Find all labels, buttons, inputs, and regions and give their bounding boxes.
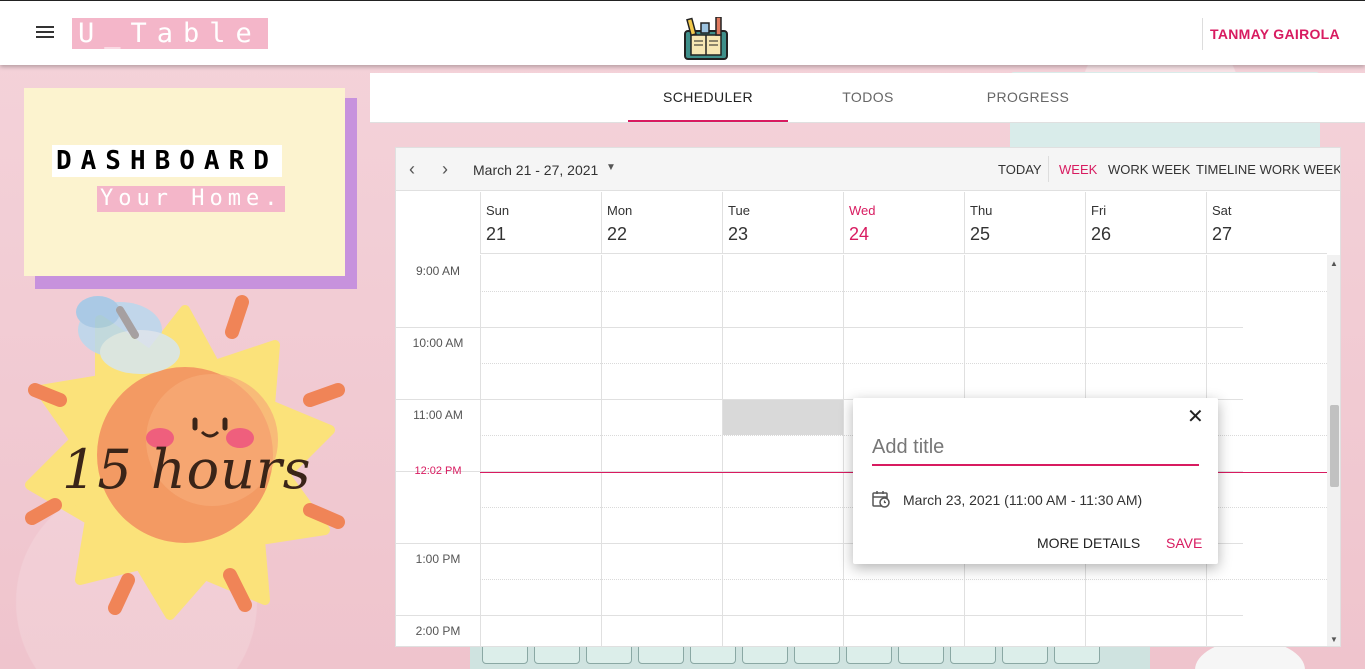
user-name-button[interactable]: TANMAY GAIROLA <box>1210 26 1340 42</box>
day-header-sat[interactable]: Sat 27 <box>1206 192 1327 254</box>
time-label: 11:00 AM <box>413 408 463 422</box>
day-header-wed[interactable]: Wed 24 <box>843 192 964 254</box>
app-bar: U_Table TANMAY GAIROLA <box>0 0 1365 65</box>
scroll-up-arrow-icon[interactable]: ▲ <box>1330 259 1338 268</box>
tab-bar: SCHEDULER TODOS PROGRESS <box>370 73 1365 123</box>
day-name: Fri <box>1091 203 1107 218</box>
selected-time-slot[interactable] <box>723 399 843 435</box>
dashboard-card <box>24 88 345 276</box>
tab-progress[interactable]: PROGRESS <box>948 73 1108 122</box>
appbar-divider <box>1202 18 1203 50</box>
day-number: 23 <box>728 224 749 244</box>
dashboard-subtitle: Your Home. <box>97 186 286 212</box>
calendar-clock-icon <box>872 491 890 508</box>
day-name: Thu <box>970 203 993 218</box>
day-header-sun[interactable]: Sun 21 <box>480 192 601 254</box>
app-logo-icon <box>684 17 728 60</box>
date-range-selector[interactable]: March 21 - 27, 2021 <box>473 162 598 178</box>
vertical-scrollbar[interactable]: ▲ ▼ <box>1327 255 1340 646</box>
more-details-button[interactable]: MORE DETAILS <box>1037 535 1140 551</box>
day-number: 24 <box>849 224 870 244</box>
next-week-chevron-icon[interactable]: › <box>442 160 448 178</box>
toolbar-divider <box>1048 156 1049 182</box>
tab-scheduler[interactable]: SCHEDULER <box>628 73 788 122</box>
day-header-mon[interactable]: Mon 22 <box>601 192 722 254</box>
close-icon[interactable]: ✕ <box>1187 406 1204 428</box>
scheduler-toolbar: ‹ › March 21 - 27, 2021 ▼ TODAY WEEK WOR… <box>396 148 1340 191</box>
day-number: 21 <box>486 224 507 244</box>
app-title: U_Table <box>72 18 268 49</box>
day-header-thu[interactable]: Thu 25 <box>964 192 1085 254</box>
save-button[interactable]: SAVE <box>1166 535 1202 551</box>
day-name: Wed <box>849 203 876 218</box>
scheduler: ‹ › March 21 - 27, 2021 ▼ TODAY WEEK WOR… <box>395 147 1341 647</box>
day-number: 27 <box>1212 224 1233 244</box>
view-timeline-work-week-button[interactable]: TIMELINE WORK WEEK <box>1196 162 1340 177</box>
day-header-fri[interactable]: Fri 26 <box>1085 192 1206 254</box>
day-number: 25 <box>970 224 991 244</box>
time-label: 10:00 AM <box>412 336 464 350</box>
hours-text: 15 hours <box>62 438 312 501</box>
time-label: 2:00 PM <box>415 624 461 638</box>
time-label: 1:00 PM <box>415 552 461 566</box>
prev-week-chevron-icon[interactable]: ‹ <box>409 160 415 178</box>
day-name: Sun <box>486 203 510 218</box>
time-label: 9:00 AM <box>415 264 461 278</box>
tab-todos[interactable]: TODOS <box>788 73 948 122</box>
day-name: Tue <box>728 203 750 218</box>
add-appointment-popup: ✕ March 23, 2021 (11:00 AM - 11:30 AM) M… <box>853 398 1218 564</box>
dashboard-title: DASHBOARD <box>52 145 282 177</box>
current-time-label: 12:02 PM <box>414 465 462 477</box>
scroll-thumb[interactable] <box>1330 405 1339 487</box>
view-week-button[interactable]: WEEK <box>1059 162 1097 177</box>
title-input[interactable] <box>872 426 1199 466</box>
day-number: 26 <box>1091 224 1112 244</box>
day-name: Sat <box>1212 203 1232 218</box>
scroll-down-arrow-icon[interactable]: ▼ <box>1330 635 1338 644</box>
caret-down-icon[interactable]: ▼ <box>606 162 616 173</box>
view-work-week-button[interactable]: WORK WEEK <box>1108 162 1190 177</box>
menu-icon[interactable] <box>36 23 58 45</box>
day-name: Mon <box>607 203 633 218</box>
view-today-button[interactable]: TODAY <box>998 162 1042 177</box>
day-number: 22 <box>607 224 628 244</box>
day-header-tue[interactable]: Tue 23 <box>722 192 843 254</box>
appointment-date-text: March 23, 2021 (11:00 AM - 11:30 AM) <box>903 492 1143 508</box>
